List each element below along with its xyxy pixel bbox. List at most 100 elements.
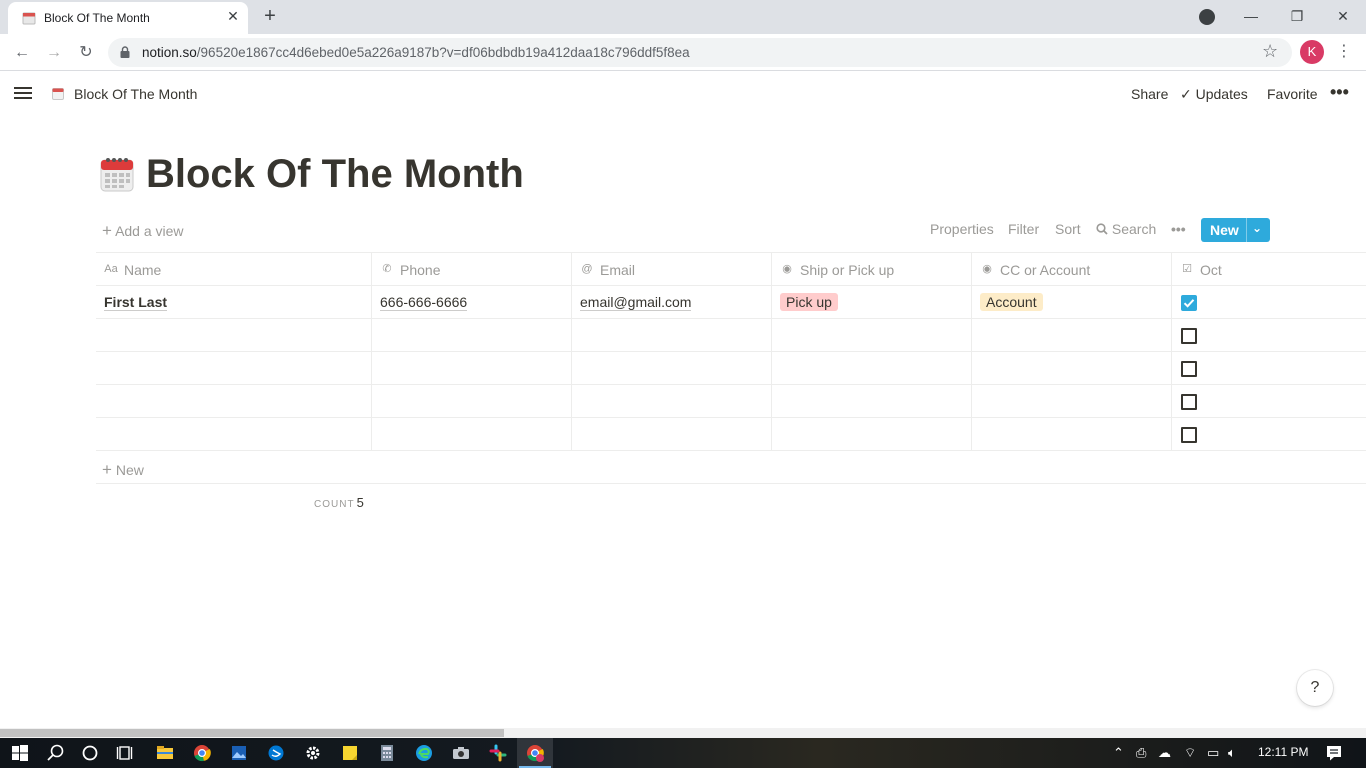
cortana-icon[interactable]	[78, 741, 102, 765]
calculator-icon[interactable]	[375, 741, 399, 765]
back-icon[interactable]: ←	[9, 40, 35, 66]
name-cell[interactable]	[96, 385, 372, 417]
ship-cell[interactable]	[772, 418, 972, 450]
phone-cell[interactable]	[372, 352, 572, 384]
onedrive-icon[interactable]: ☁	[1158, 745, 1171, 761]
share-button[interactable]: Share	[1131, 86, 1168, 102]
updates-button[interactable]: ✓ Updates	[1180, 86, 1248, 103]
scrollbar-thumb[interactable]	[0, 729, 504, 737]
column-header-email[interactable]: @ Email	[572, 253, 772, 285]
oct-checkbox[interactable]	[1181, 427, 1197, 443]
meet-now-icon[interactable]: ⎙	[1136, 745, 1146, 761]
notifications-icon[interactable]	[1322, 741, 1346, 765]
chrome-icon[interactable]	[190, 741, 214, 765]
oct-checkbox[interactable]	[1181, 295, 1197, 311]
ship-cell[interactable]	[772, 352, 972, 384]
address-bar[interactable]: notion.so/96520e1867cc4d6ebed0e5a226a918…	[108, 38, 1292, 67]
camera-icon[interactable]	[449, 741, 473, 765]
profile-avatar[interactable]: K	[1300, 40, 1324, 64]
add-view-button[interactable]: + Add a view	[102, 221, 184, 241]
column-header-ship[interactable]: ◉ Ship or Pick up	[772, 253, 972, 285]
name-cell[interactable]	[96, 319, 372, 351]
account-cell[interactable]: Account	[972, 286, 1172, 318]
email-cell[interactable]: email@gmail.com	[572, 286, 772, 318]
email-cell[interactable]	[572, 319, 772, 351]
clock[interactable]: 12:11 PM	[1258, 745, 1308, 759]
new-tab-icon[interactable]: +	[258, 5, 282, 29]
browser-tab[interactable]: Block Of The Month ✕	[8, 2, 248, 34]
volume-icon[interactable]: 🔈︎	[1228, 745, 1236, 761]
settings-gear-icon[interactable]	[301, 741, 325, 765]
account-cell[interactable]	[972, 319, 1172, 351]
sidebar-toggle-icon[interactable]	[14, 84, 34, 104]
email-cell[interactable]	[572, 352, 772, 384]
sort-button[interactable]: Sort	[1055, 221, 1081, 237]
column-header-name[interactable]: Aa Name	[96, 253, 372, 285]
account-cell[interactable]	[972, 418, 1172, 450]
plus-icon: +	[102, 221, 112, 240]
new-button[interactable]: New ⌄	[1201, 218, 1270, 242]
forward-icon[interactable]: →	[41, 40, 67, 66]
properties-button[interactable]: Properties	[930, 221, 994, 237]
oct-checkbox[interactable]	[1181, 361, 1197, 377]
name-cell[interactable]: First Last	[96, 286, 372, 318]
close-tab-icon[interactable]: ✕	[224, 7, 242, 25]
minimize-icon[interactable]: —	[1228, 2, 1274, 30]
tab-search-icon[interactable]	[1199, 9, 1215, 25]
breadcrumb[interactable]: Block Of The Month	[74, 86, 197, 102]
oct-checkbox[interactable]	[1181, 394, 1197, 410]
name-cell[interactable]	[96, 352, 372, 384]
horizontal-scrollbar[interactable]	[0, 728, 1366, 738]
select-icon: ◉	[982, 263, 992, 275]
phone-cell[interactable]: 666-666-6666	[372, 286, 572, 318]
photos-icon[interactable]	[227, 741, 251, 765]
file-explorer-icon[interactable]	[153, 741, 177, 765]
battery-icon[interactable]: ▭	[1207, 745, 1219, 761]
phone-cell[interactable]	[372, 385, 572, 417]
wifi-icon[interactable]: ⌔	[1184, 745, 1196, 761]
email-cell[interactable]	[572, 385, 772, 417]
name-cell[interactable]	[96, 418, 372, 450]
add-row-button[interactable]: + New	[102, 460, 144, 480]
email-cell[interactable]	[572, 418, 772, 450]
account-cell[interactable]	[972, 385, 1172, 417]
column-header-phone[interactable]: ✆ Phone	[372, 253, 572, 285]
skype-icon[interactable]	[264, 741, 288, 765]
restore-icon[interactable]: ❐	[1274, 2, 1320, 30]
oct-checkbox[interactable]	[1181, 328, 1197, 344]
chevron-down-icon[interactable]: ⌄	[1252, 221, 1262, 235]
ship-cell[interactable]	[772, 385, 972, 417]
reload-icon[interactable]: ↻	[73, 40, 99, 66]
count-summary[interactable]: COUNT 5	[314, 494, 364, 512]
oct-cell	[1172, 286, 1366, 318]
bookmark-star-icon[interactable]: ☆	[1262, 41, 1278, 62]
window-close-icon[interactable]: ✕	[1320, 2, 1366, 30]
phone-cell[interactable]	[372, 418, 572, 450]
sticky-notes-icon[interactable]	[338, 741, 362, 765]
slack-icon[interactable]	[486, 741, 510, 765]
chrome-profile-icon[interactable]	[523, 741, 547, 765]
column-header-account[interactable]: ◉ CC or Account	[972, 253, 1172, 285]
ship-cell[interactable]	[772, 319, 972, 351]
search-button[interactable]: Search	[1096, 221, 1156, 237]
phone-cell[interactable]	[372, 319, 572, 351]
browser-menu-icon[interactable]: ⋮	[1336, 40, 1352, 64]
browser-tab-strip: Block Of The Month ✕ + — ❐ ✕	[0, 0, 1366, 34]
task-view-icon[interactable]	[114, 741, 138, 765]
count-value: 5	[356, 495, 364, 510]
favorite-button[interactable]: Favorite	[1267, 86, 1318, 102]
search-icon	[1096, 223, 1108, 235]
help-button[interactable]: ?	[1297, 670, 1333, 706]
ship-cell[interactable]: Pick up	[772, 286, 972, 318]
edge-icon[interactable]	[412, 741, 436, 765]
windows-start-icon[interactable]	[8, 741, 32, 765]
page-title[interactable]: Block Of The Month	[146, 152, 524, 197]
filter-button[interactable]: Filter	[1008, 221, 1039, 237]
tray-overflow-icon[interactable]: ⌃	[1113, 745, 1124, 761]
column-header-oct[interactable]: ☑ Oct	[1172, 253, 1366, 285]
view-more-icon[interactable]: •••	[1171, 221, 1186, 237]
search-icon[interactable]	[44, 741, 68, 765]
account-cell[interactable]	[972, 352, 1172, 384]
more-options-icon[interactable]: •••	[1330, 82, 1349, 103]
oct-cell	[1172, 418, 1366, 450]
